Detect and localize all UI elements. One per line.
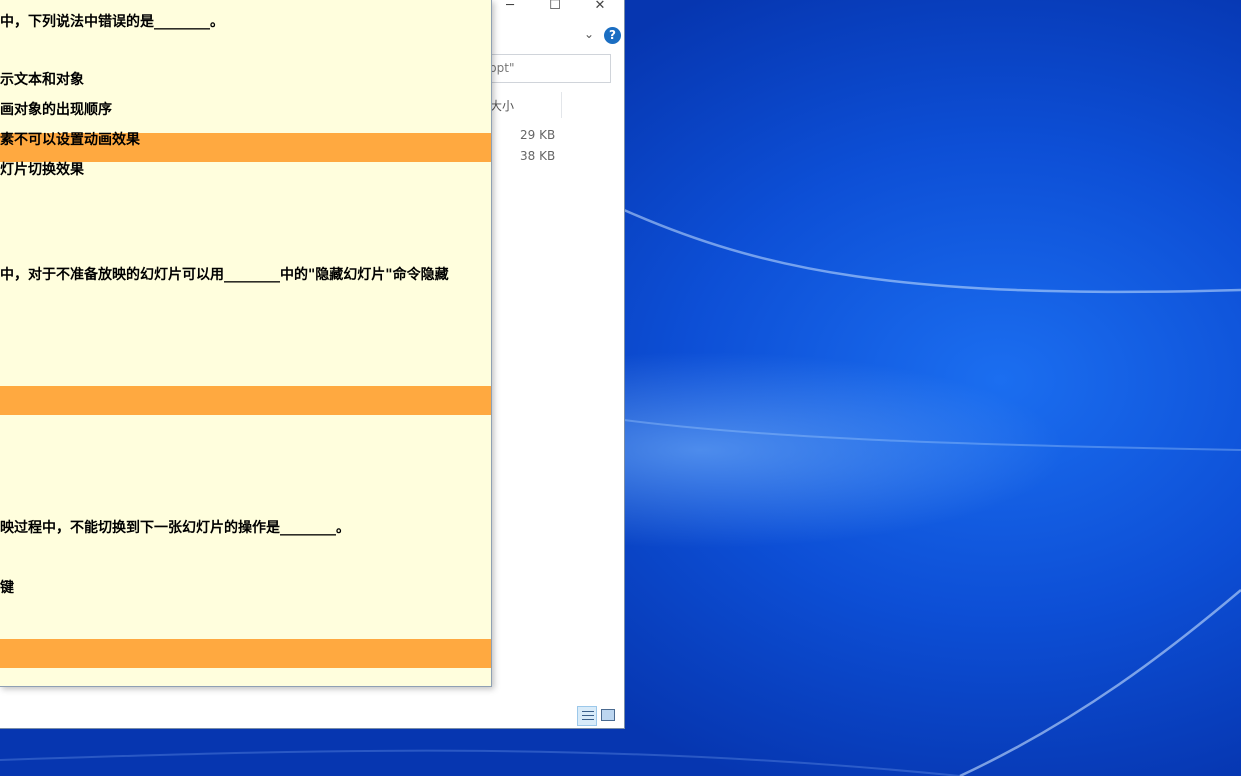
question-text: 映过程中，不能切换到下一张幻灯片的操作是________。 — [0, 520, 350, 536]
answer-highlight — [0, 639, 491, 668]
question-text: 中，对于不准备放映的幻灯片可以用________中的"隐藏幻灯片"命令隐藏 — [0, 267, 449, 283]
ribbon-expand-chevron-icon[interactable]: ⌄ — [584, 27, 594, 41]
option-text: 键 — [0, 580, 14, 596]
file-size-cell: 29 KB — [520, 128, 556, 142]
question-text: 中，下列说法中错误的是________。 — [0, 14, 224, 30]
minimize-button[interactable]: ─ — [490, 0, 530, 14]
option-text: 示文本和对象 — [0, 72, 84, 88]
column-separator[interactable] — [561, 92, 562, 118]
question-document-window: 中，下列说法中错误的是________。 示文本和对象 画对象的出现顺序 素不可… — [0, 0, 492, 687]
details-view-icon[interactable] — [577, 706, 597, 726]
answer-highlight — [0, 386, 491, 415]
close-button[interactable]: ✕ — [580, 0, 620, 14]
option-text: 画对象的出现顺序 — [0, 102, 112, 118]
file-size-cell: 38 KB — [520, 149, 556, 163]
search-text: ppt" — [489, 61, 515, 75]
help-icon[interactable]: ? — [604, 27, 621, 44]
maximize-button[interactable]: ☐ — [535, 0, 575, 14]
search-input[interactable]: ppt" — [480, 54, 611, 83]
column-header-size[interactable]: 大小 — [490, 97, 514, 114]
option-text: 灯片切换效果 — [0, 162, 84, 178]
option-text: 素不可以设置动画效果 — [0, 132, 140, 148]
large-icons-view-icon[interactable] — [601, 709, 615, 721]
